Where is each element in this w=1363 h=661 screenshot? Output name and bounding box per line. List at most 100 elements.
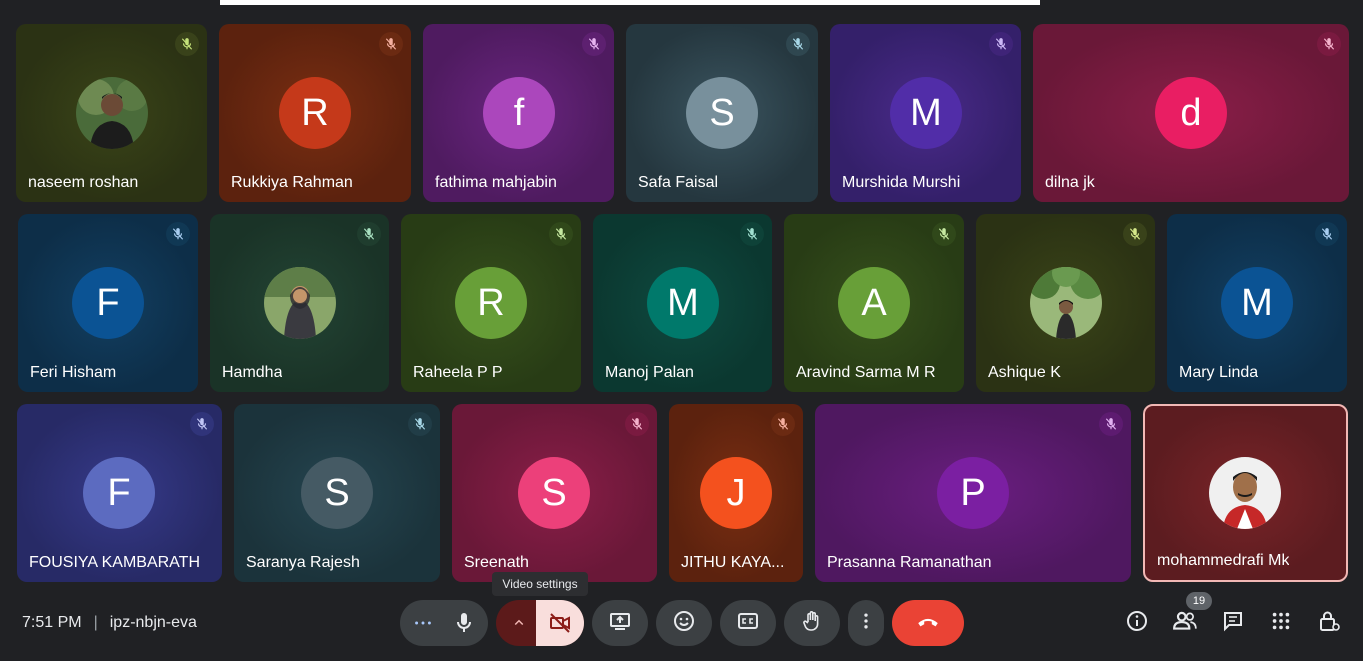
participant-avatar: A [838, 267, 910, 339]
mic-off-icon [1099, 412, 1123, 436]
participant-name: Mary Linda [1179, 364, 1259, 381]
raise-hand-button[interactable] [784, 600, 840, 646]
meeting-info: 7:51 PM | ipz-nbjn-eva [22, 614, 197, 632]
reactions-button[interactable] [656, 600, 712, 646]
participant-avatar: J [700, 457, 772, 529]
participant-avatar: F [83, 457, 155, 529]
participant-name: Murshida Murshi [842, 174, 961, 191]
captions-icon [736, 609, 760, 638]
activities-button[interactable] [1266, 608, 1296, 638]
top-bar [0, 0, 1363, 6]
participant-name: dilna jk [1045, 174, 1095, 191]
participant-name: Manoj Palan [605, 364, 694, 381]
participant-photo [264, 267, 336, 339]
mic-off-icon [175, 32, 199, 56]
participant-photo [76, 77, 148, 149]
participant-avatar: S [686, 77, 758, 149]
participant-name: Saranya Rajesh [246, 554, 360, 571]
call-end-icon [915, 608, 941, 639]
captions-button[interactable] [720, 600, 776, 646]
participant-tile-aravind-sarma[interactable]: A Aravind Sarma M R [784, 214, 964, 392]
participant-name: Safa Faisal [638, 174, 719, 191]
present-icon [608, 609, 632, 638]
participant-name: naseem roshan [28, 174, 139, 191]
host-controls-icon [1317, 609, 1341, 638]
more-options-button[interactable] [848, 600, 884, 646]
participant-tile-feri-hisham[interactable]: F Feri Hisham [18, 214, 198, 392]
participant-avatar: M [890, 77, 962, 149]
participant-tile-safa-faisal[interactable]: S Safa Faisal [626, 24, 818, 202]
mic-off-icon [379, 32, 403, 56]
participant-photo [1209, 457, 1281, 529]
camera-options-button[interactable] [496, 600, 584, 646]
chevron-up-icon [510, 614, 528, 637]
participant-avatar: M [647, 267, 719, 339]
participant-avatar: R [279, 77, 351, 149]
mic-icon[interactable] [452, 611, 476, 640]
more-horiz-icon [412, 612, 434, 639]
leave-call-button[interactable] [892, 600, 964, 646]
meet-app: naseem roshan R Rukkiya Rahman f fathima… [0, 0, 1363, 661]
people-button[interactable] [1170, 608, 1200, 638]
mic-off-icon [166, 222, 190, 246]
participant-tile-ashique-k[interactable]: Ashique K [976, 214, 1155, 392]
participant-tile-rukkiya-rahman[interactable]: R Rukkiya Rahman [219, 24, 411, 202]
mic-off-icon [408, 412, 432, 436]
mic-off-icon [771, 412, 795, 436]
more-vert-icon [856, 611, 876, 636]
present-now-button[interactable] [592, 600, 648, 646]
meeting-time: 7:51 PM [22, 614, 82, 631]
people-icon [1172, 608, 1198, 639]
participant-name: mohammedrafi Mk [1157, 552, 1290, 569]
mic-off-icon [740, 222, 764, 246]
participant-tile-murshida-murshi[interactable]: M Murshida Murshi [830, 24, 1021, 202]
participant-tile-hamdha[interactable]: Hamdha [210, 214, 389, 392]
more-audio-options-button[interactable] [400, 600, 488, 646]
participant-avatar: P [937, 457, 1009, 529]
mic-off-icon [582, 32, 606, 56]
host-controls-button[interactable] [1314, 608, 1344, 638]
participant-avatar: d [1155, 77, 1227, 149]
info-icon [1125, 609, 1149, 638]
mic-off-icon [549, 222, 573, 246]
participant-name: Rukkiya Rahman [231, 174, 353, 191]
chat-icon [1221, 609, 1245, 638]
participant-tile-raheela-p-p[interactable]: R Raheela P P [401, 214, 581, 392]
participant-tile-mohammedrafi-mk[interactable]: mohammedrafi Mk [1143, 404, 1348, 582]
mic-off-icon [1315, 222, 1339, 246]
videocam-off-icon[interactable] [536, 600, 584, 646]
mic-off-icon [1123, 222, 1147, 246]
participant-avatar: f [483, 77, 555, 149]
participant-tile-jithu[interactable]: J JITHU KAYA... [669, 404, 803, 582]
participant-tile-dilna-jk[interactable]: d dilna jk [1033, 24, 1349, 202]
mic-off-icon [357, 222, 381, 246]
meeting-details-button[interactable] [1122, 608, 1152, 638]
raise-hand-icon [800, 609, 824, 638]
top-bar-line [220, 0, 1040, 5]
participant-name: Hamdha [222, 364, 283, 381]
mic-off-icon [625, 412, 649, 436]
participant-name: fathima mahjabin [435, 174, 557, 191]
emoji-icon [672, 609, 696, 638]
meeting-code: ipz-nbjn-eva [109, 614, 197, 631]
participant-avatar: M [1221, 267, 1293, 339]
participant-tile-saranya-rajesh[interactable]: S Saranya Rajesh [234, 404, 440, 582]
participant-tile-sreenath[interactable]: S Sreenath [452, 404, 657, 582]
control-bar: 7:51 PM | ipz-nbjn-eva [0, 590, 1363, 661]
participant-name: JITHU KAYA... [681, 554, 785, 571]
mic-off-icon [1317, 32, 1341, 56]
participant-tile-naseem-roshan[interactable]: naseem roshan [16, 24, 207, 202]
participant-name: Aravind Sarma M R [796, 364, 936, 381]
participant-tile-manoj-palan[interactable]: M Manoj Palan [593, 214, 772, 392]
participant-avatar: F [72, 267, 144, 339]
participant-avatar: S [518, 457, 590, 529]
participant-tile-fathima-mahjabin[interactable]: f fathima mahjabin [423, 24, 614, 202]
chat-button[interactable] [1218, 608, 1248, 638]
participant-tile-prasanna-ramanathan[interactable]: P Prasanna Ramanathan [815, 404, 1131, 582]
mic-off-icon [932, 222, 956, 246]
participant-name: Feri Hisham [30, 364, 117, 381]
participant-tile-fousiya-kambarath[interactable]: F FOUSIYA KAMBARATH [17, 404, 222, 582]
mic-off-icon [989, 32, 1013, 56]
participant-avatar: S [301, 457, 373, 529]
participant-tile-mary-linda[interactable]: M Mary Linda [1167, 214, 1347, 392]
